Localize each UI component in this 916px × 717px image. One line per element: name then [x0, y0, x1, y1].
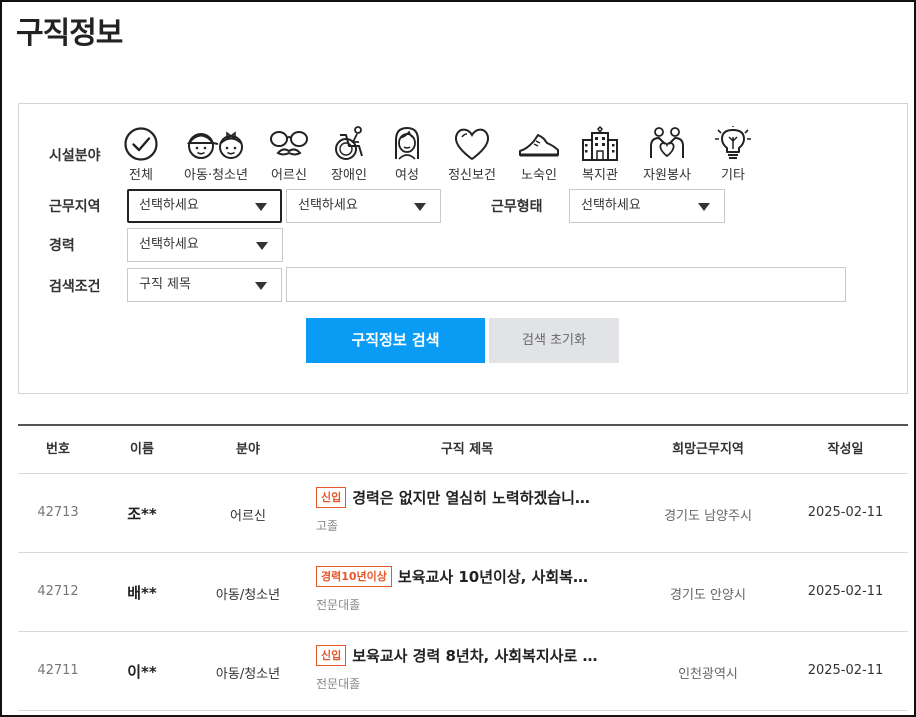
row-number: 42713 [37, 505, 79, 520]
header-field: 분야 [236, 442, 260, 457]
facility-mental-health[interactable]: 정신보건 [439, 126, 505, 183]
glasses-mustache-icon [270, 131, 308, 156]
row-name: 배** [127, 584, 157, 602]
status-badge: 경력10년이상 [316, 566, 392, 587]
chevron-down-icon [255, 282, 267, 290]
status-badge: 신입 [316, 487, 347, 508]
career-select[interactable]: 선택하세요 [127, 228, 283, 262]
results-table: 번호 이름 분야 구직 제목 희망근무지역 작성일 42713 조** 어르신 … [18, 424, 908, 711]
header-date: 작성일 [827, 442, 864, 457]
facility-welfare-center[interactable]: 복지관 [567, 126, 633, 183]
page-frame: 구직정보 시설분야 전체 아동·청소년 어르신 장애인 여성 정신보건 노숙인 … [0, 0, 916, 717]
row-title-cell[interactable]: 신입 경력은 없지만 열심히 노력하겠습니… 고졸 [316, 487, 646, 534]
facility-label: 시설분야 [49, 148, 101, 164]
facility-women[interactable]: 여성 [374, 126, 440, 183]
row-title-link[interactable]: 경력은 없지만 열심히 노력하겠습니… [352, 487, 590, 508]
check-circle-icon [124, 127, 158, 161]
heart-icon [454, 128, 490, 161]
facility-label-homeless: 노숙인 [521, 168, 557, 183]
status-badge: 신입 [316, 645, 347, 666]
row-date: 2025-02-11 [807, 663, 884, 678]
chevron-down-icon [255, 203, 267, 211]
row-field: 아동/청소년 [215, 667, 281, 682]
row-date: 2025-02-11 [807, 505, 884, 520]
children-icon [186, 131, 243, 159]
row-title-cell[interactable]: 신입 보육교사 경력 8년차, 사회복지사로 … 전문대졸 [316, 645, 646, 692]
wheelchair-icon [335, 126, 363, 160]
row-education: 전문대졸 [316, 598, 361, 612]
header-name: 이름 [130, 442, 154, 457]
row-education: 고졸 [316, 519, 339, 533]
building-icon [582, 126, 618, 161]
facility-label-elderly: 어르신 [271, 168, 307, 183]
work-type-label: 근무형태 [491, 199, 543, 215]
row-region: 경기도 안양시 [670, 588, 746, 603]
search-panel: 시설분야 전체 아동·청소년 어르신 장애인 여성 정신보건 노숙인 복지관 자… [18, 103, 908, 394]
lightbulb-icon [715, 126, 751, 159]
header-number: 번호 [46, 442, 70, 457]
row-field: 어르신 [230, 509, 266, 524]
condition-label: 검색조건 [49, 279, 101, 295]
region-province-select[interactable]: 선택하세요 [127, 189, 282, 223]
facility-label-mental-health: 정신보건 [448, 168, 496, 183]
facility-label-disabled: 장애인 [331, 168, 367, 183]
row-field: 아동/청소년 [215, 588, 281, 603]
facility-label-other: 기타 [721, 168, 745, 183]
facility-label-welfare-center: 복지관 [582, 168, 618, 183]
career-label: 경력 [49, 238, 75, 254]
facility-label-women: 여성 [395, 168, 419, 183]
condition-select[interactable]: 구직 제목 [127, 268, 282, 302]
row-name: 조** [127, 505, 157, 523]
facility-volunteer[interactable]: 자원봉사 [634, 126, 700, 183]
work-type-value: 선택하세요 [581, 198, 641, 213]
volunteer-hands-icon [650, 127, 684, 158]
facility-label-volunteer: 자원봉사 [643, 168, 691, 183]
row-name: 이** [127, 663, 157, 681]
table-row[interactable]: 42711 이** 아동/청소년 신입 보육교사 경력 8년차, 사회복지사로 … [18, 632, 908, 711]
table-header: 번호 이름 분야 구직 제목 희망근무지역 작성일 [18, 424, 908, 474]
row-number: 42712 [37, 584, 79, 599]
header-region: 희망근무지역 [672, 442, 744, 457]
woman-icon [395, 126, 419, 160]
table-row[interactable]: 42713 조** 어르신 신입 경력은 없지만 열심히 노력하겠습니… 고졸 … [18, 474, 908, 553]
facility-homeless[interactable]: 노숙인 [506, 126, 572, 183]
region-label: 근무지역 [49, 199, 101, 215]
page-title: 구직정보 [16, 16, 123, 51]
row-education: 전문대졸 [316, 677, 361, 691]
row-title-cell[interactable]: 경력10년이상 보육교사 10년이상, 사회복… 전문대졸 [316, 566, 646, 613]
row-title-link[interactable]: 보육교사 경력 8년차, 사회복지사로 … [352, 645, 597, 666]
facility-all[interactable]: 전체 [108, 126, 174, 183]
region-province-value: 선택하세요 [139, 198, 199, 213]
row-region: 인천광역시 [678, 667, 738, 682]
table-row[interactable]: 42712 배** 아동/청소년 경력10년이상 보육교사 10년이상, 사회복… [18, 553, 908, 632]
row-number: 42711 [37, 663, 79, 678]
region-city-value: 선택하세요 [298, 198, 358, 213]
chevron-down-icon [256, 242, 268, 250]
row-region: 경기도 남양주시 [664, 509, 752, 524]
facility-label-children: 아동·청소년 [184, 168, 248, 183]
region-city-select[interactable]: 선택하세요 [286, 189, 441, 223]
facility-children[interactable]: 아동·청소년 [181, 126, 251, 183]
facility-label-all: 전체 [129, 168, 153, 183]
keyword-input[interactable] [286, 267, 846, 302]
row-date: 2025-02-11 [807, 584, 884, 599]
work-type-select[interactable]: 선택하세요 [569, 189, 725, 223]
search-button[interactable]: 구직정보 검색 [306, 318, 485, 363]
career-value: 선택하세요 [139, 237, 199, 252]
condition-value: 구직 제목 [139, 277, 191, 292]
facility-disabled[interactable]: 장애인 [316, 126, 382, 183]
chevron-down-icon [414, 203, 426, 211]
row-title-link[interactable]: 보육교사 10년이상, 사회복… [398, 566, 588, 587]
reset-button[interactable]: 검색 초기화 [489, 318, 619, 363]
facility-other[interactable]: 기타 [700, 126, 766, 183]
header-title: 구직 제목 [440, 442, 494, 457]
shoe-icon [519, 134, 559, 157]
chevron-down-icon [698, 203, 710, 211]
facility-elderly[interactable]: 어르신 [256, 126, 322, 183]
